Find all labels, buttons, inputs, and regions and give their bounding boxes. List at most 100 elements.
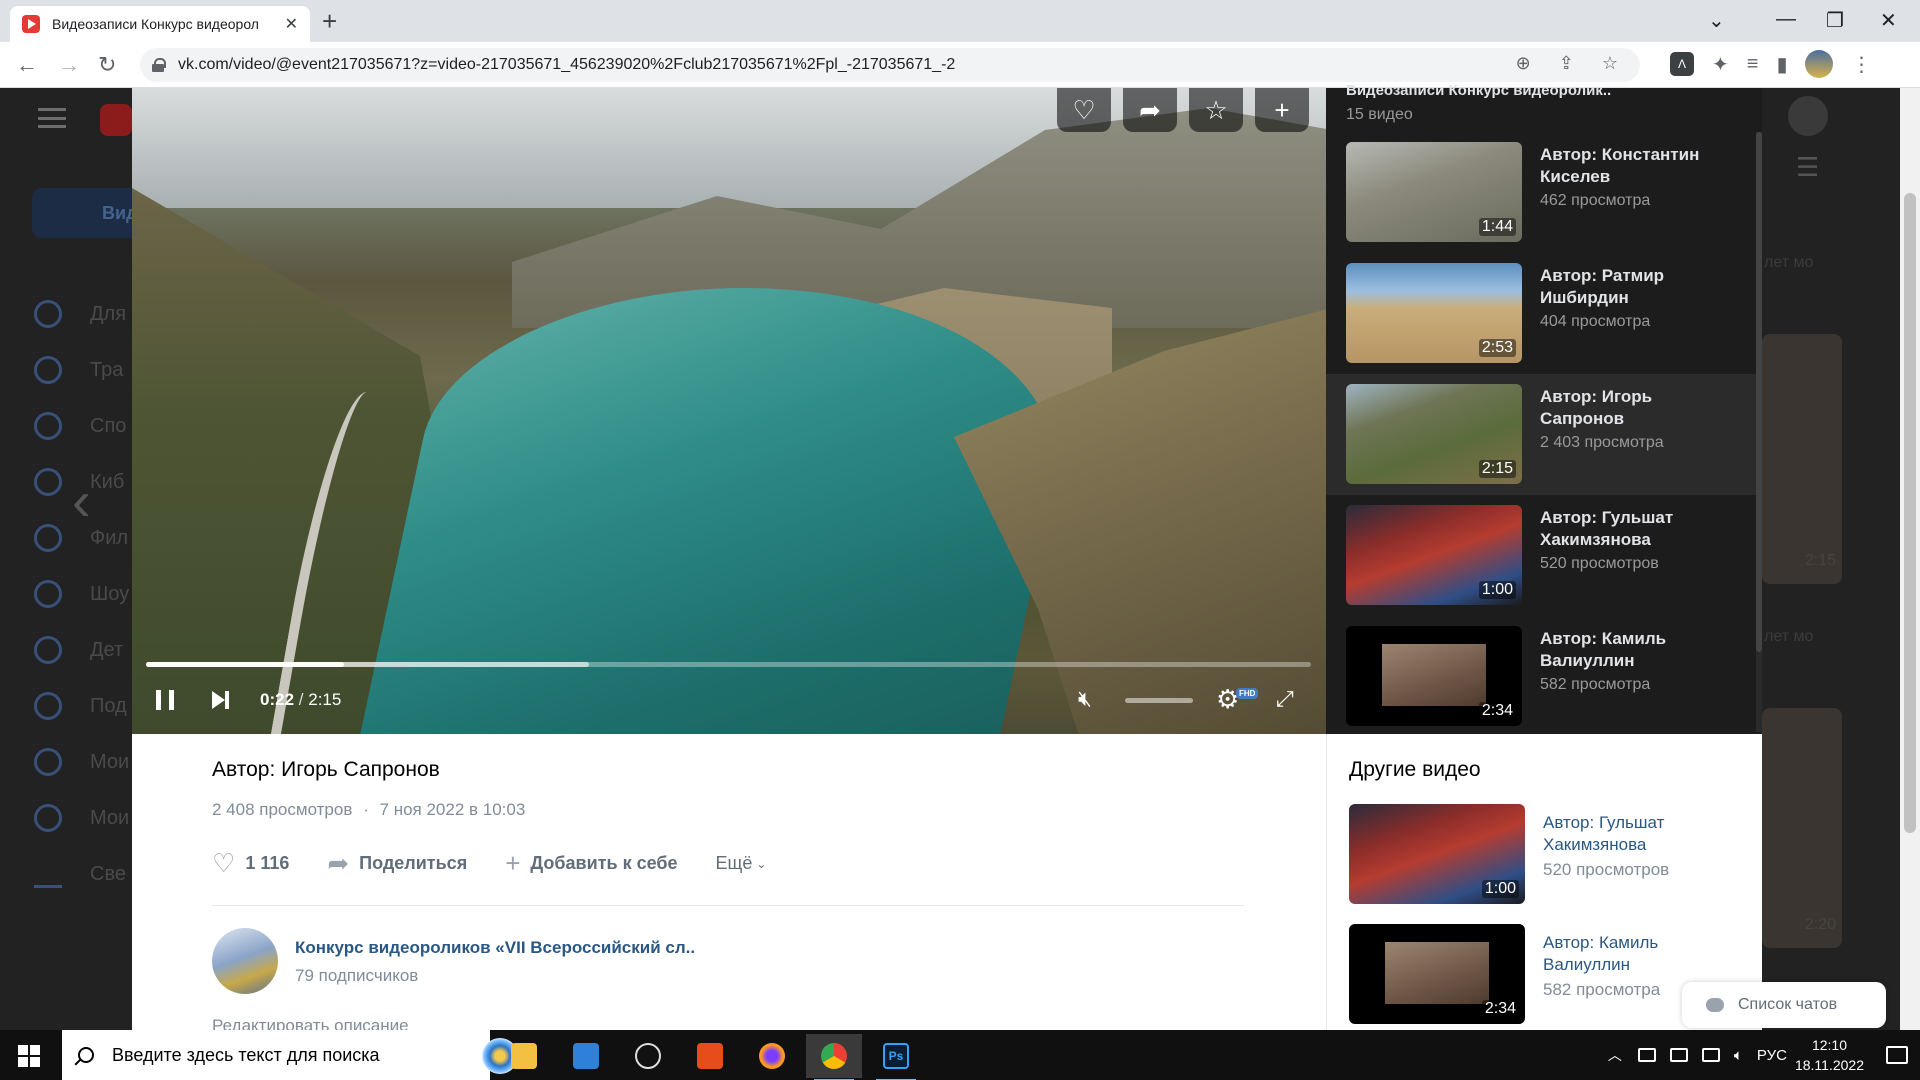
video-title[interactable]: Автор: Игорь Сапронов: [1540, 386, 1730, 430]
tab-close-icon[interactable]: ✕: [285, 14, 298, 34]
browser-tab[interactable]: Видеозаписи Конкурс видеорол ✕: [10, 6, 310, 42]
playlist-scrollbar[interactable]: [1756, 132, 1762, 732]
photoshop-icon[interactable]: Ps: [868, 1034, 924, 1080]
page-scrollbar[interactable]: [1900, 88, 1920, 1030]
minimize-button[interactable]: —: [1776, 8, 1796, 31]
close-window-button[interactable]: ✕: [1880, 8, 1897, 33]
side-panel-icon[interactable]: ▮: [1776, 52, 1787, 77]
chrome-icon[interactable]: [806, 1034, 862, 1080]
office-icon[interactable]: [682, 1034, 738, 1078]
tab-search-icon[interactable]: ⌄: [1708, 8, 1725, 33]
menu-burger-icon[interactable]: [38, 108, 66, 128]
video-title[interactable]: Автор: Константин Киселев: [1540, 144, 1730, 188]
extension-icon[interactable]: Ʌ: [1670, 52, 1694, 76]
mail-icon[interactable]: [558, 1034, 614, 1078]
app-icon[interactable]: [620, 1034, 676, 1078]
community-subscribers: 79 подписчиков: [295, 966, 419, 985]
show-hidden-icons-icon[interactable]: ︿: [1608, 1045, 1622, 1065]
add-plus-icon[interactable]: +: [1255, 88, 1309, 132]
device-icon[interactable]: [1637, 1048, 1656, 1062]
playlist-item[interactable]: 1:00 Автор: Гульшат Хакимзянова 520 прос…: [1326, 495, 1756, 616]
playlist-item-current[interactable]: 2:15 Автор: Игорь Сапронов 2 403 просмот…: [1326, 374, 1756, 495]
fullscreen-icon[interactable]: ⤢: [1276, 686, 1294, 712]
list-view-icon[interactable]: ☰: [1796, 152, 1819, 183]
playlist-title[interactable]: Видеозаписи Конкурс видеоролик..: [1346, 82, 1611, 99]
bookmark-star-icon[interactable]: ☆: [1602, 53, 1618, 74]
tv-icon: [34, 580, 62, 608]
like-button[interactable]: ♡ 1 116: [212, 848, 289, 879]
vk-video-logo[interactable]: [100, 104, 132, 136]
volume-icon[interactable]: 🔈︎: [1734, 1047, 1743, 1064]
sidebar-item-label: Для: [90, 302, 127, 325]
forward-button[interactable]: →: [58, 52, 80, 78]
media-control-icon[interactable]: ≡: [1747, 53, 1759, 76]
like-heart-icon[interactable]: ♡: [1057, 88, 1111, 132]
clock[interactable]: 12:10 18.11.2022: [1795, 1035, 1864, 1075]
video-thumbnail[interactable]: 2:15: [1346, 384, 1522, 484]
sidebar-item-label: Мои: [90, 806, 130, 829]
notifications-icon[interactable]: [1886, 1046, 1908, 1064]
video-duration: 1:00: [1481, 880, 1519, 898]
vk-video-favicon-icon: [22, 15, 40, 33]
reload-button[interactable]: ↻: [98, 52, 116, 78]
share-arrow-icon[interactable]: ➦: [1123, 88, 1177, 132]
previous-video-arrow-icon[interactable]: ‹: [72, 468, 91, 533]
background-video-thumb[interactable]: 2:15: [1762, 334, 1842, 584]
url-text[interactable]: vk.com/video/@event217035671?z=video-217…: [178, 56, 955, 74]
new-tab-button[interactable]: +: [322, 6, 337, 37]
video-thumbnail[interactable]: 1:00: [1346, 505, 1522, 605]
video-player[interactable]: [132, 88, 1326, 734]
playlist-item[interactable]: 1:44 Автор: Константин Киселев 462 просм…: [1326, 132, 1756, 253]
back-button[interactable]: ←: [16, 52, 38, 78]
video-title[interactable]: Автор: Камиль Валиуллин: [1540, 628, 1730, 672]
maximize-button[interactable]: ❐: [1826, 8, 1844, 33]
video-progress-bar[interactable]: [146, 662, 1311, 667]
video-title-link[interactable]: Автор: Камиль Валиуллин: [1543, 932, 1713, 976]
background-video-thumb[interactable]: 2:20: [1762, 708, 1842, 948]
profile-avatar[interactable]: [1805, 50, 1834, 78]
video-title[interactable]: Автор: Гульшат Хакимзянова: [1540, 507, 1730, 551]
clock-time: 12:10: [1811, 1037, 1847, 1053]
rss-icon: [34, 692, 62, 720]
chat-list-button[interactable]: Список чатов: [1682, 982, 1886, 1028]
pause-icon[interactable]: [156, 690, 174, 710]
playlist-item[interactable]: 2:53 Автор: Ратмир Ишбирдин 404 просмотр…: [1326, 253, 1756, 374]
taskbar-search[interactable]: Введите здесь текст для поиска: [62, 1030, 518, 1080]
lock-icon[interactable]: [152, 58, 166, 72]
video-title-link[interactable]: Автор: Гульшат Хакимзянова: [1543, 812, 1713, 856]
favorite-star-icon[interactable]: ☆: [1189, 88, 1243, 132]
extensions-puzzle-icon[interactable]: ✦: [1712, 52, 1729, 77]
share-page-icon[interactable]: ⇪: [1559, 53, 1574, 74]
windows-start-icon[interactable]: [18, 1045, 40, 1067]
community-name-link[interactable]: Конкурс видеороликов «VII Всероссийский …: [295, 938, 695, 958]
tab-title: Видеозаписи Конкурс видеорол: [52, 16, 259, 32]
video-thumbnail[interactable]: 2:34: [1349, 924, 1525, 1024]
muted-speaker-icon[interactable]: 🔇︎: [1078, 686, 1092, 712]
video-thumbnail[interactable]: 1:00: [1349, 804, 1525, 904]
language-indicator[interactable]: РУС: [1757, 1047, 1787, 1064]
more-button[interactable]: Ещё ⌄: [716, 853, 767, 874]
users-icon: [34, 748, 62, 776]
network-icon[interactable]: [1701, 1048, 1720, 1062]
add-to-my-videos-button[interactable]: + Добавить к себе: [505, 848, 677, 879]
user-avatar[interactable]: [1788, 96, 1828, 136]
scrollbar-thumb[interactable]: [1904, 193, 1916, 833]
zoom-icon[interactable]: ⊕: [1516, 53, 1531, 74]
playlist-item[interactable]: 2:34 Автор: Камиль Валиуллин 582 просмот…: [1326, 616, 1756, 734]
browser-menu-icon[interactable]: ⋮: [1851, 52, 1871, 77]
video-title[interactable]: Автор: Ратмир Ишбирдин: [1540, 265, 1730, 309]
video-thumbnail[interactable]: 2:53: [1346, 263, 1522, 363]
firefox-icon[interactable]: [744, 1034, 800, 1078]
battery-icon[interactable]: [1669, 1048, 1688, 1062]
film-icon: [34, 524, 62, 552]
other-video-item[interactable]: 1:00 Автор: Гульшат Хакимзянова 520 прос…: [1349, 804, 1749, 904]
file-explorer-icon[interactable]: [496, 1034, 552, 1078]
address-bar[interactable]: vk.com/video/@event217035671?z=video-217…: [140, 48, 1640, 82]
next-track-icon[interactable]: [212, 691, 229, 709]
video-thumbnail[interactable]: 1:44: [1346, 142, 1522, 242]
share-button[interactable]: ➦ Поделиться: [327, 848, 467, 879]
video-views: 520 просмотров: [1540, 555, 1659, 572]
video-thumbnail[interactable]: 2:34: [1346, 626, 1522, 726]
community-avatar[interactable]: [212, 928, 278, 994]
volume-slider[interactable]: [1125, 698, 1193, 703]
